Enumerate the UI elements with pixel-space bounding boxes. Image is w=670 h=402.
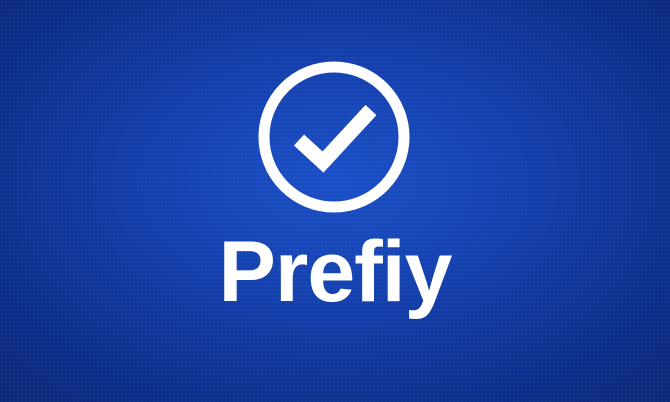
check-circle-icon [257,60,411,214]
brand-name: Prefiy [218,224,452,320]
brand-canvas: Prefiy [0,0,670,402]
